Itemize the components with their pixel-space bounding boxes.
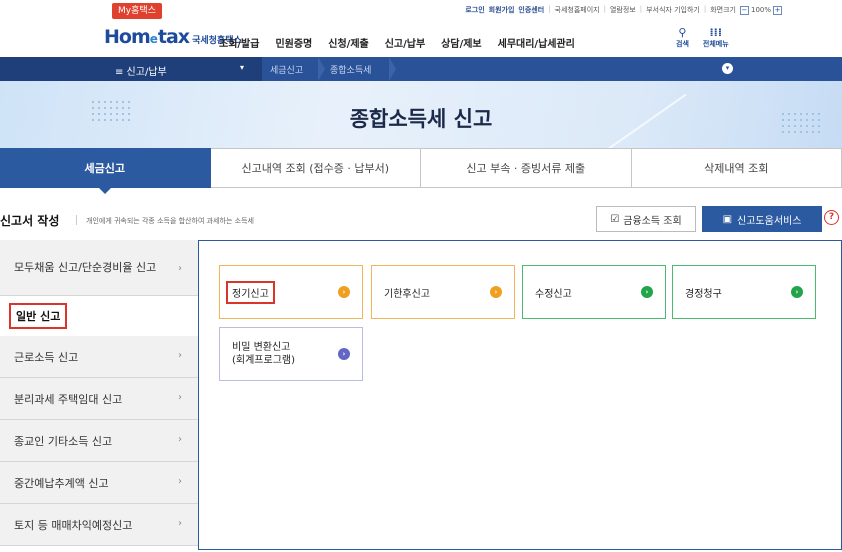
monitor-icon: ▣ — [722, 213, 733, 225]
left-menu-item-religious[interactable]: 종교인 기타소득 신고 › — [0, 420, 198, 462]
chevron-right-icon — [389, 57, 396, 81]
tab-tax-filing[interactable]: 세금신고 — [0, 148, 211, 194]
left-menu-item-interim[interactable]: 중간예납추계액 신고 › — [0, 462, 198, 504]
arrow-right-icon: › — [338, 286, 350, 298]
gnb-item-certificate[interactable]: 민원증명 — [275, 35, 312, 50]
search-button[interactable]: ⚲ 검색 — [676, 26, 689, 49]
gnb-item-application[interactable]: 신청/제출 — [328, 35, 368, 50]
left-menu-item-prefilled[interactable]: 모두채움 신고/단순경비율 신고 › — [0, 240, 198, 296]
gnb-item-agent[interactable]: 세무대리/납세관리 — [498, 35, 575, 50]
page-banner: 종합소득세 신고 — [0, 81, 842, 148]
search-icon: ⚲ — [678, 26, 687, 39]
global-nav: 조회/발급 민원증명 신청/제출 신고/납부 상담/제보 세무대리/납세관리 — [219, 35, 575, 50]
filing-help-service-button[interactable]: ▣ 신고도움서비스 — [702, 206, 822, 232]
left-menu-item-earned-income[interactable]: 근로소득 신고 › — [0, 336, 198, 378]
breadcrumb: ≡ 신고/납부 ▾ 세금신고 종합소득세 ▾ — [0, 57, 842, 81]
late-filing-card[interactable]: 기한후신고 › — [371, 265, 515, 319]
left-menu: 모두채움 신고/단순경비율 신고› 일반 신고› 근로소득 신고› 분리과세 주… — [0, 240, 198, 546]
section-title: 신고서 작성 — [0, 214, 60, 228]
breadcrumb-item-income-tax[interactable]: 종합소득세 — [330, 63, 371, 76]
gnb-item-consult[interactable]: 상담/제보 — [441, 35, 481, 50]
help-icon[interactable]: ? — [824, 210, 839, 225]
chevron-right-icon: › — [178, 517, 182, 529]
gnb-item-inquiry[interactable]: 조회/발급 — [219, 35, 259, 50]
chevron-right-icon: › — [178, 433, 182, 445]
financial-income-inquiry-button[interactable]: ☑ 금융소득 조회 — [596, 206, 696, 232]
tab-bar: 세금신고 신고내역 조회 (접수증 · 납부서) 신고 부속 · 증빙서류 제출… — [0, 148, 842, 194]
chevron-right-icon: › — [178, 391, 182, 403]
gnb-item-filing[interactable]: 신고/납부 — [385, 35, 425, 50]
correction-claim-card[interactable]: 경정청구 › — [672, 265, 816, 319]
file-conversion-card[interactable]: 비밀 변환신고 (회계프로그램) › — [219, 327, 363, 381]
signup-link[interactable]: 회원가입 — [489, 5, 515, 15]
breadcrumb-menu[interactable]: ≡ 신고/납부 — [115, 63, 167, 78]
arrow-right-icon: › — [490, 286, 502, 298]
document-icon: ☑ — [610, 213, 620, 225]
chevron-right-icon: › — [178, 475, 182, 487]
dropdown-arrow-icon[interactable]: ▾ — [240, 63, 244, 72]
all-menu-button[interactable]: ⁞⁞⁞ 전체메뉴 — [703, 26, 729, 49]
left-menu-item-rental[interactable]: 분리과세 주택임대 신고 › — [0, 378, 198, 420]
section-description: 개인에게 귀속되는 각종 소득을 합산하여 과세하는 소득세 — [86, 217, 254, 225]
zoom-value: 100% — [750, 6, 771, 14]
utility-bar: My홈택스 로그인 회원가입 인증센터 | 국세청홈페이지 | 열람정보 | 부… — [0, 0, 842, 22]
chevron-right-icon — [318, 57, 325, 81]
zoom-control: − 100% + — [739, 5, 782, 15]
main-header: Hom e tax 국세청홈택스 조회/발급 민원증명 신청/제출 신고/납부 상담… — [0, 22, 842, 56]
zoom-label: 화면크기 — [710, 6, 736, 14]
arrow-right-icon: › — [791, 286, 803, 298]
utility-links: 로그인 회원가입 인증센터 | 국세청홈페이지 | 열람정보 | 부서식자 기입… — [465, 5, 782, 15]
view-info-link[interactable]: 열람정보 — [610, 5, 636, 15]
form-link[interactable]: 부서식자 기입하기 — [646, 5, 700, 15]
filing-type-panel: 정기신고 › 기한후신고 › 수정신고 › 경정청구 › 비밀 변환신고 (회계프… — [198, 240, 842, 550]
breadcrumb-expand-icon[interactable]: ▾ — [722, 63, 733, 74]
arrow-right-icon: › — [641, 286, 653, 298]
amended-filing-card[interactable]: 수정신고 › — [522, 265, 666, 319]
cert-center-link[interactable]: 인증센터 — [518, 5, 544, 15]
nts-home-link[interactable]: 국세청홈페이지 — [555, 5, 600, 15]
page-title: 종합소득세 신고 — [349, 107, 493, 131]
arrow-right-icon: › — [338, 348, 350, 360]
login-link[interactable]: 로그인 — [465, 5, 484, 15]
chevron-right-icon: › — [178, 349, 182, 361]
regular-filing-card[interactable]: 정기신고 › — [219, 265, 363, 319]
left-menu-item-general[interactable]: 일반 신고› — [0, 296, 198, 336]
breadcrumb-item-tax-filing[interactable]: 세금신고 — [270, 63, 303, 76]
zoom-out-button[interactable]: − — [739, 5, 749, 15]
grid-icon: ⁞⁞⁞ — [709, 26, 723, 39]
zoom-in-button[interactable]: + — [773, 5, 782, 15]
chevron-right-icon: › — [178, 262, 182, 274]
tab-submit-documents[interactable]: 신고 부속 · 증빙서류 제출 — [421, 148, 632, 188]
my-hometax-button[interactable]: My홈택스 — [112, 3, 162, 19]
tab-deleted-history[interactable]: 삭제내역 조회 — [631, 148, 842, 188]
tab-filing-history[interactable]: 신고내역 조회 (접수증 · 납부서) — [210, 148, 421, 188]
left-menu-item-land-sale[interactable]: 토지 등 매매차익예정신고 › — [0, 504, 198, 546]
